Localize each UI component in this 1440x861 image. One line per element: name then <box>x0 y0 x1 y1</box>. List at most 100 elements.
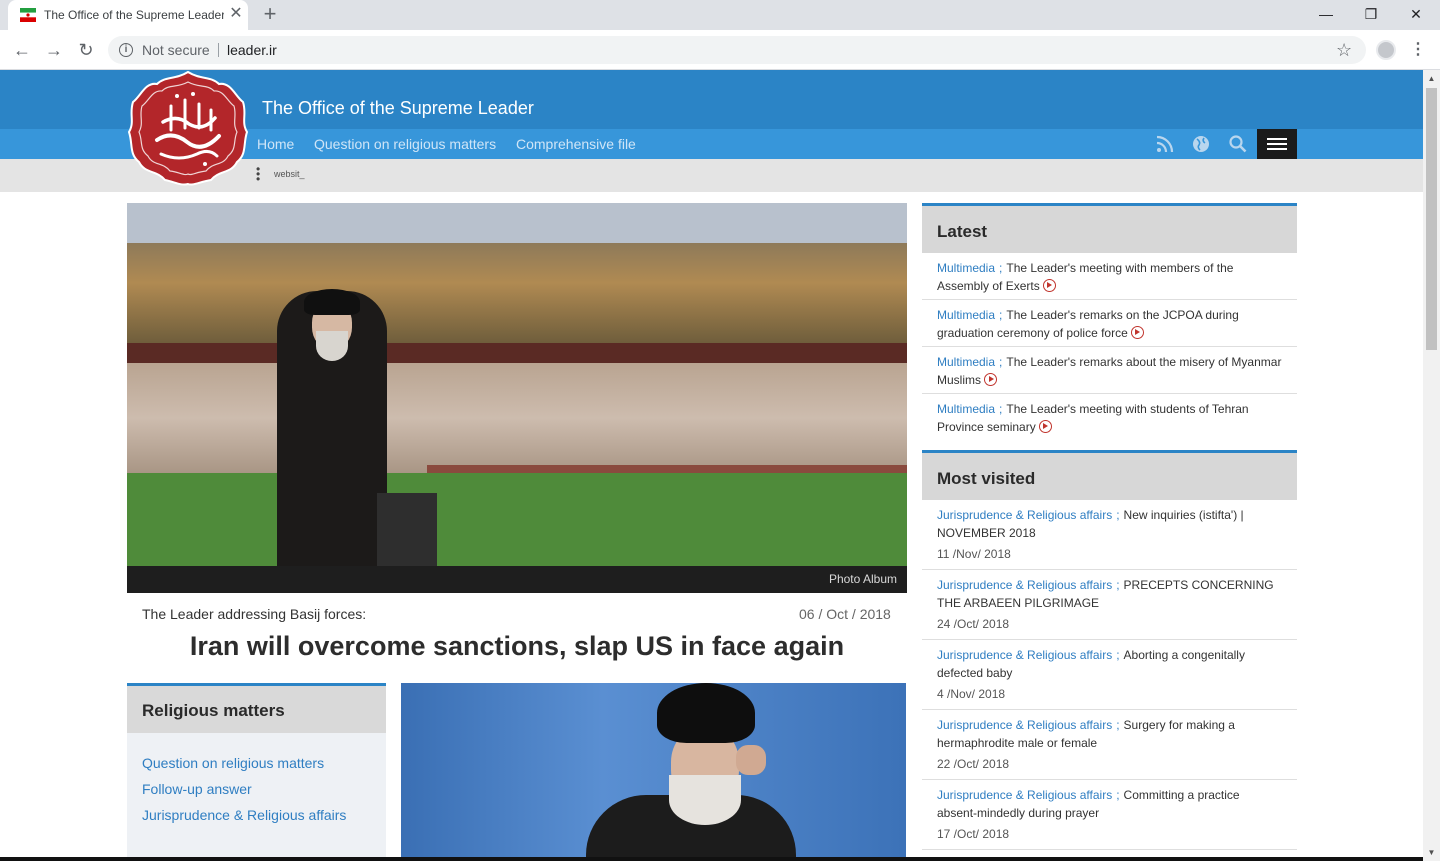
security-status[interactable]: Not secure <box>142 42 210 58</box>
speaker-turban <box>304 289 360 315</box>
portrait-hand <box>736 745 766 775</box>
story-date: 06 / Oct / 2018 <box>799 606 891 622</box>
latest-item[interactable]: Multimedia; The Leader's remarks on the J… <box>922 300 1297 347</box>
separator: ; <box>999 308 1003 322</box>
latest-panel: Latest Multimedia; The Leader's meeting w… <box>922 203 1297 437</box>
latest-item[interactable]: Multimedia; The Leader's meeting with mem… <box>922 253 1297 300</box>
browser-tab-strip: The Office of the Supreme Leader ✕ + — ❐… <box>0 0 1440 30</box>
nav-home[interactable]: Home <box>257 136 294 152</box>
latest-item-text: Multimedia; The Leader's meeting with mem… <box>937 259 1282 295</box>
photo-caption-bar: Photo Album <box>127 566 907 593</box>
most-visited-item-category[interactable]: Jurisprudence & Religious affairs <box>937 788 1112 802</box>
back-icon[interactable]: ← <box>10 38 34 62</box>
most-visited-panel: Most visited Jurisprudence & Religious a… <box>922 450 1297 861</box>
portrait-turban <box>657 683 755 743</box>
url-divider <box>218 43 219 57</box>
stadium-lower-crowd <box>127 363 907 473</box>
separator: ; <box>1116 718 1120 732</box>
latest-item-text: Multimedia; The Leader's remarks on the J… <box>937 306 1282 342</box>
search-icon[interactable] <box>1227 133 1249 155</box>
religious-link-question[interactable]: Question on religious matters <box>142 755 324 771</box>
religious-link-jurisprudence[interactable]: Jurisprudence & Religious affairs <box>142 807 346 823</box>
religious-matters-header: Religious matters <box>127 686 386 733</box>
scrollbar-thumb[interactable] <box>1426 88 1437 350</box>
speaker-beard <box>316 331 348 361</box>
nav-comprehensive-file[interactable]: Comprehensive file <box>516 136 636 152</box>
religious-matters-title: Religious matters <box>142 701 285 720</box>
podium <box>377 493 437 566</box>
nav-question-religious[interactable]: Question on religious matters <box>314 136 496 152</box>
play-icon[interactable] <box>984 373 997 386</box>
website-label[interactable]: websit_ <box>274 169 305 179</box>
most-visited-item[interactable]: Jurisprudence & Religious affairs; Aborti… <box>922 640 1297 710</box>
stadium-banner-band <box>127 343 907 363</box>
most-visited-item-category[interactable]: Jurisprudence & Religious affairs <box>937 578 1112 592</box>
latest-item-category[interactable]: Multimedia <box>937 355 995 369</box>
close-window-button[interactable]: ✕ <box>1396 2 1436 26</box>
story-headline[interactable]: Iran will overcome sanctions, slap US in… <box>127 631 907 662</box>
profile-avatar-icon[interactable] <box>1376 40 1396 60</box>
most-visited-item-text: Jurisprudence & Religious affairs; Commit… <box>937 786 1282 822</box>
religious-link-followup[interactable]: Follow-up answer <box>142 781 252 797</box>
play-icon[interactable] <box>1042 279 1056 292</box>
portrait-beard <box>669 775 741 825</box>
tab-title: The Office of the Supreme Leader <box>44 8 224 22</box>
story-kicker: The Leader addressing Basij forces: <box>142 606 367 622</box>
most-visited-title: Most visited <box>937 469 1036 488</box>
page-viewport: The Office of the Supreme Leader Home Qu… <box>0 70 1423 861</box>
maximize-button[interactable]: ❐ <box>1351 2 1391 26</box>
most-visited-header: Most visited <box>922 450 1297 500</box>
reload-icon[interactable]: ↻ <box>74 38 98 62</box>
vertical-scrollbar[interactable]: ▲ ▼ <box>1423 70 1440 861</box>
browser-menu-icon[interactable]: ⋮ <box>1410 38 1426 62</box>
most-visited-item[interactable]: Jurisprudence & Religious affairs; Commit… <box>922 780 1297 850</box>
latest-item-text: Multimedia; The Leader's meeting with stu… <box>937 400 1282 436</box>
latest-item[interactable]: Multimedia; The Leader's remarks about th… <box>922 347 1297 394</box>
site-title[interactable]: The Office of the Supreme Leader <box>262 98 534 119</box>
most-visited-item[interactable]: Jurisprudence & Religious affairs; Surger… <box>922 710 1297 780</box>
browser-tab[interactable]: The Office of the Supreme Leader ✕ <box>8 0 248 30</box>
bookmark-star-icon[interactable]: ☆ <box>1336 40 1352 60</box>
forward-icon[interactable]: → <box>42 38 66 62</box>
most-visited-item-category[interactable]: Jurisprudence & Religious affairs <box>937 508 1112 522</box>
scroll-down-icon[interactable]: ▼ <box>1423 844 1440 861</box>
latest-item-category[interactable]: Multimedia <box>937 261 995 275</box>
omnibox[interactable]: i Not secure leader.ir ☆ <box>108 36 1366 64</box>
vertical-dots-icon[interactable]: • • • <box>256 163 260 185</box>
separator: ; <box>999 355 1003 369</box>
globe-icon[interactable] <box>1190 133 1212 155</box>
most-visited-item-date: 24 /Oct/ 2018 <box>937 617 1010 631</box>
photo-album-label[interactable]: Photo Album <box>829 572 897 586</box>
separator: ; <box>1116 788 1120 802</box>
religious-matters-panel: Religious matters Question on religious … <box>127 683 386 861</box>
scroll-up-icon[interactable]: ▲ <box>1423 70 1440 87</box>
latest-item-category[interactable]: Multimedia <box>937 308 995 322</box>
separator: ; <box>1116 508 1120 522</box>
separator: ; <box>999 402 1003 416</box>
most-visited-item-category[interactable]: Jurisprudence & Religious affairs <box>937 718 1112 732</box>
rss-icon[interactable] <box>1154 133 1176 155</box>
url-text[interactable]: leader.ir <box>227 42 277 58</box>
new-tab-button[interactable]: + <box>258 3 282 27</box>
minimize-button[interactable]: — <box>1306 2 1346 26</box>
most-visited-item[interactable]: Jurisprudence & Religious affairs; New in… <box>922 500 1297 570</box>
most-visited-item-text: Jurisprudence & Religious affairs; Aborti… <box>937 646 1282 682</box>
play-icon[interactable] <box>1038 420 1052 433</box>
tab-close-icon[interactable]: ✕ <box>228 6 244 22</box>
hamburger-menu-icon[interactable] <box>1257 129 1297 159</box>
latest-header: Latest <box>922 203 1297 253</box>
latest-item-category[interactable]: Multimedia <box>937 402 995 416</box>
latest-item-text: Multimedia; The Leader's remarks about th… <box>937 353 1282 389</box>
most-visited-item[interactable]: Jurisprudence & Religious affairs; PRECEP… <box>922 570 1297 640</box>
latest-item[interactable]: Multimedia; The Leader's meeting with stu… <box>922 394 1297 437</box>
supreme-leader-logo[interactable] <box>127 70 249 186</box>
most-visited-item-text: Jurisprudence & Religious affairs; PRECEP… <box>937 576 1282 612</box>
most-visited-item-category[interactable]: Jurisprudence & Religious affairs <box>937 648 1112 662</box>
play-icon[interactable] <box>1130 326 1144 339</box>
info-icon[interactable]: i <box>119 43 133 57</box>
stadium-upper-crowd <box>127 243 907 343</box>
most-visited-item-date: 4 /Nov/ 2018 <box>937 687 1006 701</box>
leader-portrait-photo[interactable] <box>401 683 906 861</box>
latest-title: Latest <box>937 222 988 241</box>
featured-photo[interactable]: Photo Album <box>127 203 907 593</box>
